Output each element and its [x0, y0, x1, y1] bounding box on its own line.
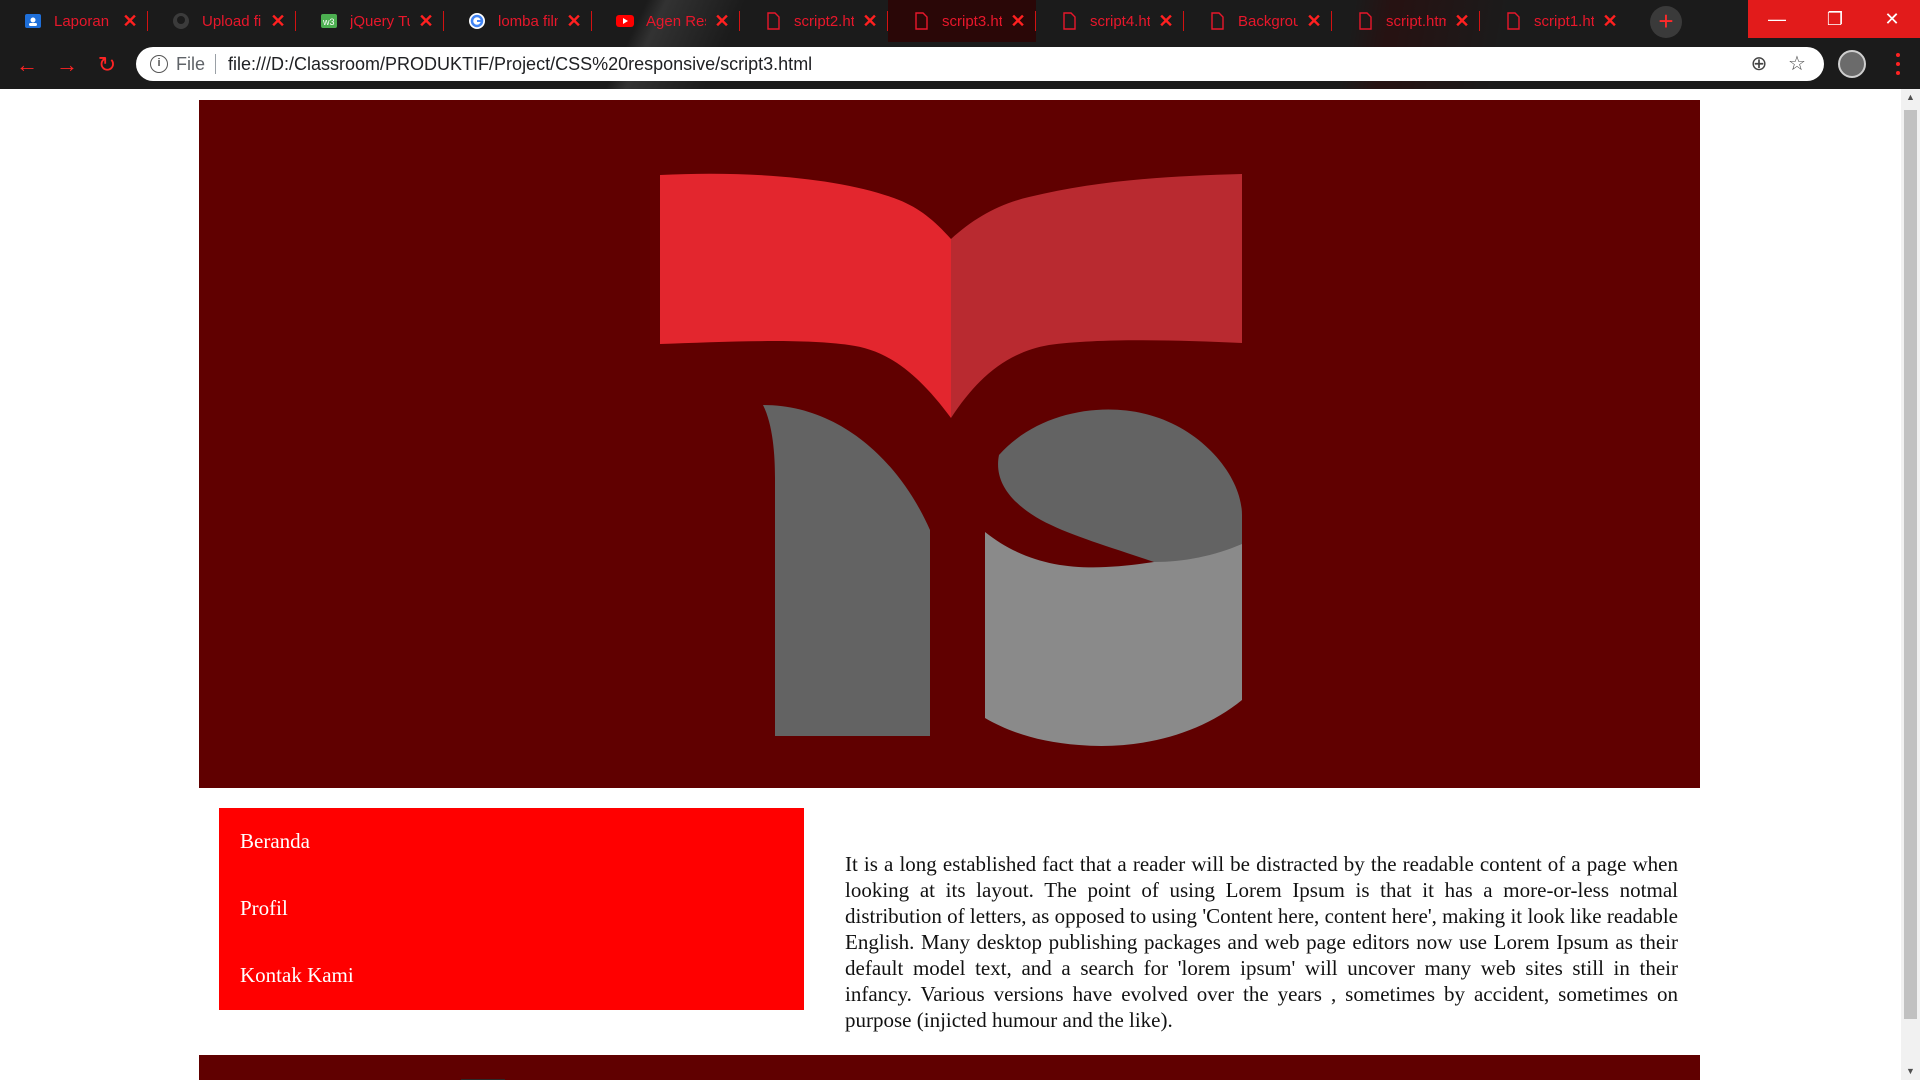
page-scrollbar[interactable]: ▲ ▼ — [1901, 89, 1920, 1080]
menu-link[interactable]: Beranda — [240, 829, 310, 854]
zoom-icon[interactable]: ⊕ — [1746, 51, 1772, 77]
svg-text:w3: w3 — [322, 17, 335, 27]
tab-title: jQuery Tut — [350, 12, 410, 30]
menu-link[interactable]: Profil — [240, 896, 288, 921]
book-left-page — [660, 173, 951, 418]
navigation-bar: ← → ↻ i File file:///D:/Classroom/PRODUK… — [0, 42, 1920, 89]
side-menu: Beranda Profil Kontak Kami — [219, 808, 804, 1010]
tab-script4[interactable]: script4.htm ✕ — [1036, 0, 1184, 42]
letter-s-bottom — [985, 532, 1242, 746]
file-icon — [1060, 12, 1078, 30]
menu-link[interactable]: Kontak Kami — [240, 963, 354, 988]
tab-close-icon[interactable]: ✕ — [1158, 11, 1174, 32]
file-icon — [1356, 12, 1374, 30]
tab-script1[interactable]: script1.htm ✕ — [1480, 0, 1628, 42]
info-icon[interactable]: i — [150, 55, 168, 73]
tab-close-icon[interactable]: ✕ — [270, 11, 286, 32]
tab-title: lomba film — [498, 12, 558, 30]
tab-title: script.htm — [1386, 12, 1446, 30]
file-icon — [1504, 12, 1522, 30]
tab-script[interactable]: script.htm ✕ — [1332, 0, 1480, 42]
back-arrow-icon[interactable]: ← — [14, 52, 40, 78]
book-right-page — [951, 174, 1242, 418]
bookmark-star-icon[interactable]: ☆ — [1784, 51, 1810, 77]
url-text[interactable]: file:///D:/Classroom/PRODUKTIF/Project/C… — [228, 54, 1734, 75]
tab-close-icon[interactable]: ✕ — [122, 11, 138, 32]
profile-avatar[interactable] — [1838, 50, 1866, 78]
tab-title: Upload fil — [202, 12, 262, 30]
reload-icon[interactable]: ↻ — [94, 52, 120, 78]
minimize-button[interactable]: — — [1748, 0, 1806, 38]
tab-title: script3.htm — [942, 12, 1002, 30]
tab-upload[interactable]: Upload fil ✕ — [148, 0, 296, 42]
tab-laporan[interactable]: Laporan P ✕ — [0, 0, 148, 42]
menu-item-kontak-kami[interactable]: Kontak Kami — [219, 942, 804, 1009]
scroll-up-icon[interactable]: ▲ — [1901, 89, 1920, 106]
new-tab-button[interactable]: + — [1650, 6, 1682, 38]
file-icon — [1208, 12, 1226, 30]
github-icon — [172, 12, 190, 30]
w3schools-icon: w3 — [320, 12, 338, 30]
youtube-icon — [616, 12, 634, 30]
close-window-button[interactable]: ✕ — [1864, 0, 1920, 38]
classroom-icon — [24, 12, 42, 30]
tab-script2[interactable]: script2.htm ✕ — [740, 0, 888, 42]
letter-s-top — [998, 409, 1242, 565]
scroll-down-icon[interactable]: ▼ — [1901, 1063, 1920, 1080]
scheme-label: File — [176, 53, 206, 74]
tab-jquery[interactable]: w3 jQuery Tut ✕ — [296, 0, 444, 42]
tab-title: Backgroun — [1238, 12, 1298, 30]
tab-title: script2.htm — [794, 12, 854, 30]
restore-button[interactable]: ❐ — [1806, 0, 1864, 38]
footer-bar — [199, 1055, 1700, 1080]
tab-close-icon[interactable]: ✕ — [1306, 11, 1322, 32]
google-icon — [468, 12, 486, 30]
browser-menu-icon[interactable] — [1892, 50, 1904, 78]
letter-t-stem — [763, 405, 930, 736]
tab-title: script4.htm — [1090, 12, 1150, 30]
tab-script3[interactable]: script3.htm ✕ — [888, 0, 1036, 42]
tab-close-icon[interactable]: ✕ — [566, 11, 582, 32]
ts-logo — [660, 173, 1242, 746]
forward-arrow-icon[interactable]: → — [54, 52, 80, 78]
header-banner — [199, 100, 1700, 788]
article-text: It is a long established fact that a rea… — [845, 852, 1678, 1032]
browser-chrome: Laporan P ✕ Upload fil ✕ w3 jQuery Tut ✕… — [0, 0, 1920, 89]
tab-close-icon[interactable]: ✕ — [418, 11, 434, 32]
file-icon — [912, 12, 930, 30]
tab-title: Laporan P — [54, 12, 114, 30]
tab-lomba[interactable]: lomba film ✕ — [444, 0, 592, 42]
tab-close-icon[interactable]: ✕ — [1010, 11, 1026, 32]
tab-title: Agen Rese — [646, 12, 706, 30]
tab-close-icon[interactable]: ✕ — [1602, 11, 1618, 32]
scroll-thumb[interactable] — [1904, 110, 1917, 1019]
file-icon — [764, 12, 782, 30]
tab-close-icon[interactable]: ✕ — [714, 11, 730, 32]
address-bar[interactable]: i File file:///D:/Classroom/PRODUKTIF/Pr… — [136, 47, 1824, 81]
tab-background[interactable]: Backgroun ✕ — [1184, 0, 1332, 42]
tab-close-icon[interactable]: ✕ — [862, 11, 878, 32]
page-viewport: Beranda Profil Kontak Kami It is a long … — [0, 89, 1901, 1080]
menu-item-profil[interactable]: Profil — [219, 875, 804, 942]
tab-agen[interactable]: Agen Rese ✕ — [592, 0, 740, 42]
tab-strip: Laporan P ✕ Upload fil ✕ w3 jQuery Tut ✕… — [0, 0, 1740, 42]
tab-title: script1.htm — [1534, 12, 1594, 30]
tab-close-icon[interactable]: ✕ — [1454, 11, 1470, 32]
menu-item-beranda[interactable]: Beranda — [219, 808, 804, 875]
